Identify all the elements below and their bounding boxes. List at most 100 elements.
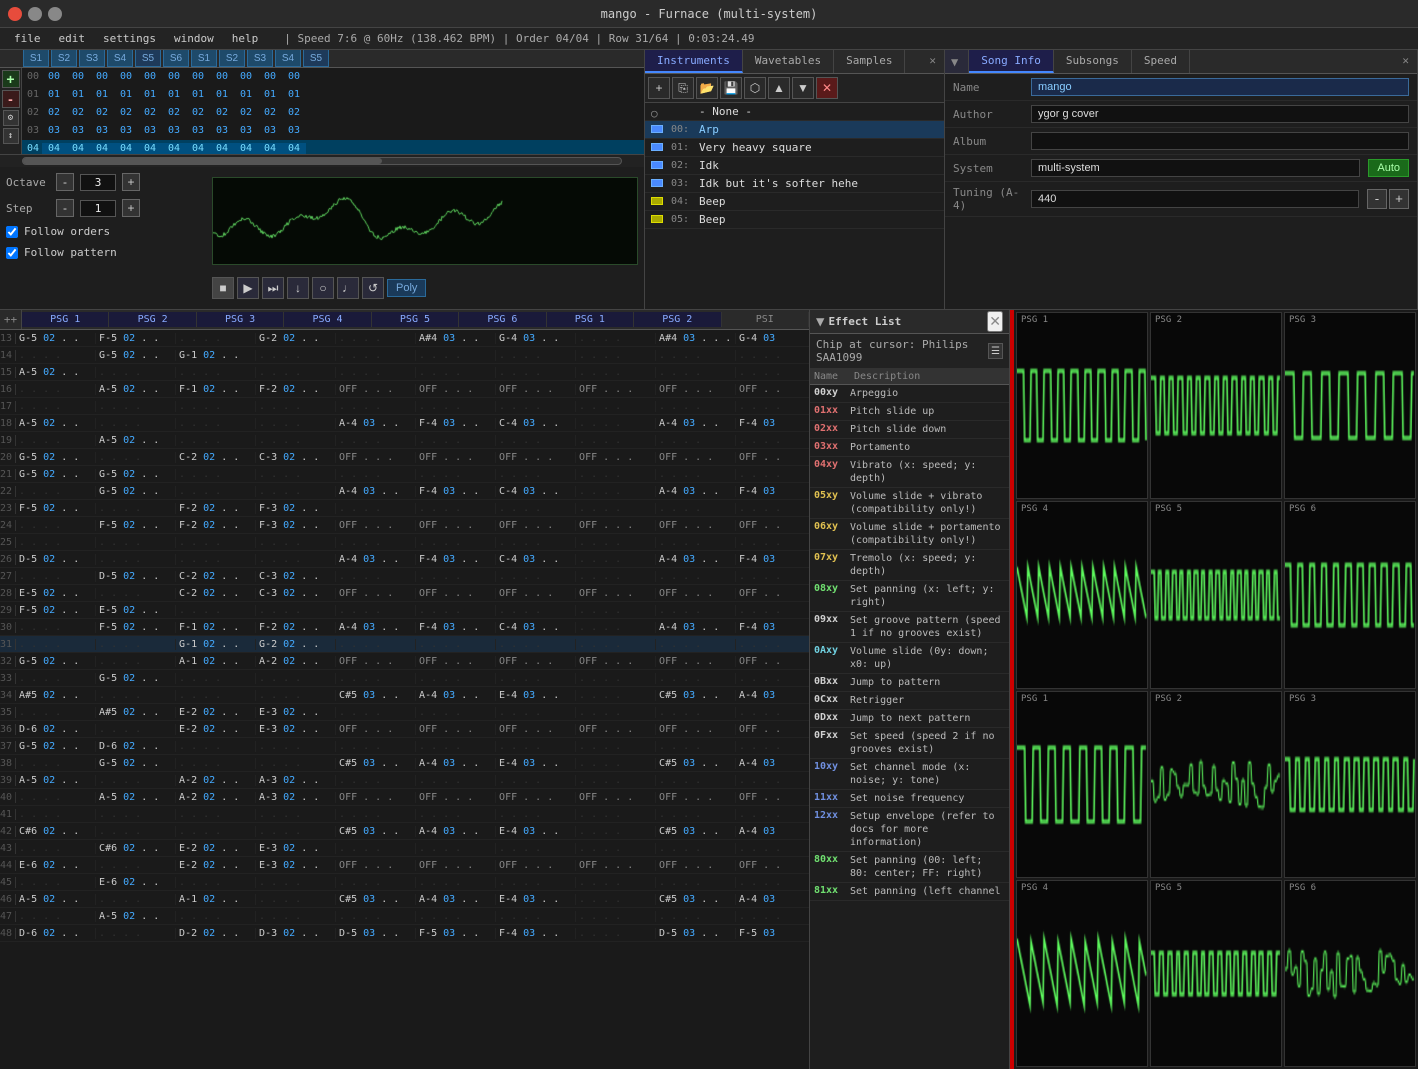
- inst-save-button[interactable]: 💾: [720, 77, 742, 99]
- pattern-row-15[interactable]: 15A-5 02 . .. . . .. . . .. . . .. . . .…: [0, 364, 809, 381]
- effect-item-02xx[interactable]: 02xxPitch slide down: [810, 421, 1009, 439]
- inst-tree-button[interactable]: ⬡: [744, 77, 766, 99]
- ch-btn-s2b[interactable]: S2: [219, 50, 245, 67]
- effect-item-80xx[interactable]: 80xxSet panning (00: left; 80: center; F…: [810, 852, 1009, 883]
- close-button[interactable]: [8, 7, 22, 21]
- menu-help[interactable]: help: [224, 30, 267, 47]
- system-input[interactable]: [1031, 159, 1360, 177]
- pattern-row-35[interactable]: 35. . . .A#5 02 . .E-2 02 . .E-3 02 . ..…: [0, 704, 809, 721]
- effect-item-81xx[interactable]: 81xxSet panning (left channel: [810, 883, 1009, 901]
- pattern-row-19[interactable]: 19. . . .A-5 02 . .. . . .. . . .. . . .…: [0, 432, 809, 449]
- tab-wavetables[interactable]: Wavetables: [743, 50, 834, 73]
- octave-plus[interactable]: +: [122, 173, 140, 191]
- ch-btn-s4[interactable]: S4: [107, 50, 133, 67]
- follow-pattern-checkbox[interactable]: [6, 247, 18, 259]
- pattern-row-25[interactable]: 25. . . .. . . .. . . .. . . .. . . .. .…: [0, 534, 809, 551]
- pattern-row-39[interactable]: 39A-5 02 . .. . . .A-2 02 . .A-3 02 . ..…: [0, 772, 809, 789]
- add-order-button[interactable]: +: [2, 70, 20, 88]
- tab-instruments[interactable]: Instruments: [645, 50, 743, 73]
- tab-speed[interactable]: Speed: [1132, 50, 1190, 73]
- effect-item-06xy[interactable]: 06xyVolume slide + portamento (compatibi…: [810, 519, 1009, 550]
- tuning-minus[interactable]: -: [1367, 189, 1387, 209]
- pattern-row-34[interactable]: 34A#5 02 . .. . . .. . . .. . . .C#5 03 …: [0, 687, 809, 704]
- pattern-row-16[interactable]: 16. . . .A-5 02 . .F-1 02 . .F-2 02 . .O…: [0, 381, 809, 398]
- step-play-button[interactable]: ↓: [287, 277, 309, 299]
- pattern-row-32[interactable]: 32G-5 02 . .. . . .A-1 02 . .A-2 02 . .O…: [0, 653, 809, 670]
- play-pattern-button[interactable]: ⏭: [262, 277, 284, 299]
- pattern-row-29[interactable]: 29F-5 02 . .E-5 02 . .. . . .. . . .. . …: [0, 602, 809, 619]
- order-cursor[interactable]: ↕: [3, 128, 19, 144]
- album-input[interactable]: [1031, 132, 1409, 150]
- pattern-row-42[interactable]: 42C#6 02 . .. . . .. . . .. . . .C#5 03 …: [0, 823, 809, 840]
- play-button[interactable]: ▶: [237, 277, 259, 299]
- effect-item-0Axy[interactable]: 0AxyVolume slide (0y: down; x0: up): [810, 643, 1009, 674]
- pattern-row-21[interactable]: 21G-5 02 . .G-5 02 . .. . . .. . . .. . …: [0, 466, 809, 483]
- pattern-row-27[interactable]: 27. . . .D-5 02 . .C-2 02 . .C-3 02 . ..…: [0, 568, 809, 585]
- step-plus[interactable]: +: [122, 199, 140, 217]
- pattern-row-14[interactable]: 14. . . .G-5 02 . .G-1 02 . .. . . .. . …: [0, 347, 809, 364]
- pattern-row-43[interactable]: 43. . . .C#6 02 . .E-2 02 . .E-3 02 . ..…: [0, 840, 809, 857]
- inst-copy-button[interactable]: ⎘: [672, 77, 694, 99]
- inst-none[interactable]: ○ - None -: [645, 103, 944, 121]
- stop-button[interactable]: ■: [212, 277, 234, 299]
- effect-chip-menu[interactable]: ☰: [988, 343, 1003, 359]
- step-minus[interactable]: -: [56, 199, 74, 217]
- loop-button[interactable]: ↺: [362, 277, 384, 299]
- tab-samples[interactable]: Samples: [834, 50, 905, 73]
- order-settings[interactable]: ⚙: [3, 110, 19, 126]
- pattern-row-20[interactable]: 20G-5 02 . .. . . .C-2 02 . .C-3 02 . .O…: [0, 449, 809, 466]
- pattern-row-47[interactable]: 47. . . .A-5 02 . .. . . .. . . .. . . .…: [0, 908, 809, 925]
- inst-delete-button[interactable]: ✕: [816, 77, 838, 99]
- effect-item-12xx[interactable]: 12xxSetup envelope (refer to docs for mo…: [810, 808, 1009, 852]
- menu-settings[interactable]: settings: [95, 30, 164, 47]
- tuning-input[interactable]: [1031, 190, 1359, 208]
- pattern-row-45[interactable]: 45. . . .E-6 02 . .. . . .. . . .. . . .…: [0, 874, 809, 891]
- effect-item-0Bxx[interactable]: 0BxxJump to pattern: [810, 674, 1009, 692]
- effect-item-0Cxx[interactable]: 0CxxRetrigger: [810, 692, 1009, 710]
- tab-subsongs[interactable]: Subsongs: [1054, 50, 1132, 73]
- pattern-rows-container[interactable]: 13G-5 02 . .F-5 02 . .. . . .G-2 02 . ..…: [0, 330, 809, 1069]
- effect-item-10xy[interactable]: 10xySet channel mode (x: noise; y: tone): [810, 759, 1009, 790]
- ch-btn-s1b[interactable]: S1: [191, 50, 217, 67]
- songinfo-close[interactable]: ✕: [1394, 50, 1417, 73]
- octave-minus[interactable]: -: [56, 173, 74, 191]
- effect-item-01xx[interactable]: 01xxPitch slide up: [810, 403, 1009, 421]
- pattern-row-23[interactable]: 23F-5 02 . .. . . .F-2 02 . .F-3 02 . ..…: [0, 500, 809, 517]
- effect-item-00xy[interactable]: 00xyArpeggio: [810, 385, 1009, 403]
- pattern-row-38[interactable]: 38. . . .G-5 02 . .. . . .. . . .C#5 03 …: [0, 755, 809, 772]
- del-order-button[interactable]: -: [2, 90, 20, 108]
- effect-item-11xx[interactable]: 11xxSet noise frequency: [810, 790, 1009, 808]
- ch-btn-s1[interactable]: S1: [23, 50, 49, 67]
- inst-item-05[interactable]: 05: Beep: [645, 211, 944, 229]
- effect-item-04xy[interactable]: 04xyVibrato (x: speed; y: depth): [810, 457, 1009, 488]
- effect-item-0Dxx[interactable]: 0DxxJump to next pattern: [810, 710, 1009, 728]
- auto-button[interactable]: Auto: [1368, 159, 1409, 177]
- ch-btn-s3b[interactable]: S3: [247, 50, 273, 67]
- pattern-row-48[interactable]: 48D-6 02 . .. . . .D-2 02 . .D-3 02 . .D…: [0, 925, 809, 942]
- minimize-button[interactable]: [28, 7, 42, 21]
- effect-item-07xy[interactable]: 07xyTremolo (x: speed; y: depth): [810, 550, 1009, 581]
- inst-item-01[interactable]: 01: Very heavy square: [645, 139, 944, 157]
- metronome-button[interactable]: ♩: [337, 277, 359, 299]
- ch-btn-s6[interactable]: S6: [163, 50, 189, 67]
- ch-btn-s4b[interactable]: S4: [275, 50, 301, 67]
- menu-edit[interactable]: edit: [51, 30, 94, 47]
- pattern-row-40[interactable]: 40. . . .A-5 02 . .A-2 02 . .A-3 02 . .O…: [0, 789, 809, 806]
- inst-down-button[interactable]: ▼: [792, 77, 814, 99]
- pattern-row-18[interactable]: 18A-5 02 . .. . . .. . . .. . . .A-4 03 …: [0, 415, 809, 432]
- pattern-row-13[interactable]: 13G-5 02 . .F-5 02 . .. . . .G-2 02 . ..…: [0, 330, 809, 347]
- inst-open-button[interactable]: 📂: [696, 77, 718, 99]
- inst-add-button[interactable]: +: [648, 77, 670, 99]
- pattern-row-28[interactable]: 28E-5 02 . .. . . .C-2 02 . .C-3 02 . .O…: [0, 585, 809, 602]
- pattern-row-30[interactable]: 30. . . .F-5 02 . .F-1 02 . .F-2 02 . .A…: [0, 619, 809, 636]
- mute-button[interactable]: ○: [312, 277, 334, 299]
- inst-up-button[interactable]: ▲: [768, 77, 790, 99]
- follow-orders-checkbox[interactable]: [6, 226, 18, 238]
- inst-item-00[interactable]: 00: Arp: [645, 121, 944, 139]
- pattern-row-36[interactable]: 36D-6 02 . .. . . .E-2 02 . .E-3 02 . .O…: [0, 721, 809, 738]
- maximize-button[interactable]: [48, 7, 62, 21]
- effect-close-button[interactable]: ✕: [987, 311, 1003, 332]
- poly-button[interactable]: Poly: [387, 279, 426, 297]
- pattern-row-24[interactable]: 24. . . .F-5 02 . .F-2 02 . .F-3 02 . .O…: [0, 517, 809, 534]
- instruments-close[interactable]: ✕: [921, 50, 944, 73]
